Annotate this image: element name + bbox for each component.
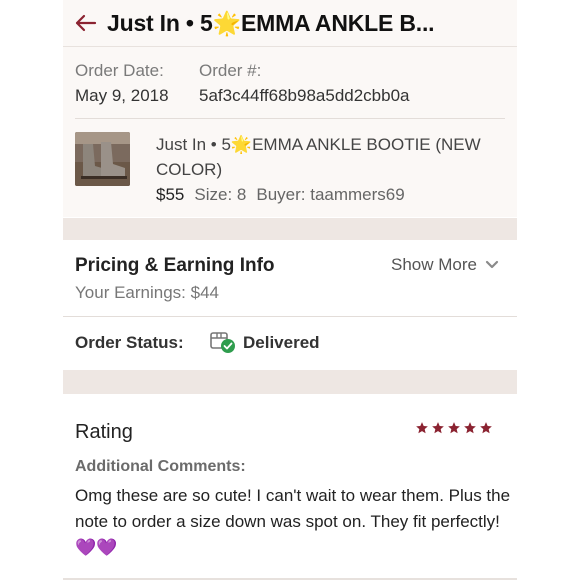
rating-heading: Rating	[75, 421, 133, 443]
section-spacer	[63, 370, 517, 394]
chevron-down-icon	[485, 260, 499, 269]
star-icon	[448, 422, 460, 434]
item-title[interactable]: Just In • 5🌟EMMA ANKLE BOOTIE (NEW COLOR…	[156, 132, 501, 182]
header-bar: Just In • 5🌟EMMA ANKLE B...	[63, 0, 517, 47]
boot-photo-image	[75, 132, 130, 186]
back-button[interactable]	[63, 13, 107, 33]
page-title: Just In • 5🌟EMMA ANKLE B...	[107, 9, 435, 36]
star-icon	[464, 422, 476, 434]
divider	[75, 118, 505, 119]
order-date-value: May 9, 2018	[75, 86, 169, 105]
item-info: Just In • 5🌟EMMA ANKLE BOOTIE (NEW COLOR…	[156, 132, 501, 207]
order-status-value: Delivered	[243, 333, 320, 352]
back-arrow-icon	[75, 14, 97, 32]
item-price: $55	[156, 185, 185, 204]
earnings-text: Your Earnings: $44	[75, 283, 219, 302]
comments-label: Additional Comments:	[75, 458, 246, 475]
pricing-heading: Pricing & Earning Info	[75, 255, 275, 276]
order-status-label: Order Status:	[75, 333, 184, 352]
comment-text: Omg these are so cute! I can't wait to w…	[75, 486, 511, 557]
star-rating	[415, 421, 493, 435]
order-number-value: 5af3c44ff68b98a5dd2cbb0a	[199, 86, 410, 105]
star-icon	[416, 422, 428, 434]
star-icon	[480, 422, 492, 434]
package-delivered-icon	[209, 329, 237, 360]
show-more-button[interactable]: Show More	[391, 255, 499, 275]
order-details-page: Just In • 5🌟EMMA ANKLE B... Order Date: …	[0, 0, 580, 580]
content-column: Just In • 5🌟EMMA ANKLE B... Order Date: …	[63, 0, 517, 580]
star-icon	[432, 422, 444, 434]
item-thumbnail[interactable]	[75, 132, 130, 186]
show-more-label: Show More	[391, 255, 477, 274]
order-date-label: Order Date:	[75, 61, 164, 80]
divider	[63, 316, 517, 317]
order-number-label: Order #:	[199, 61, 262, 80]
section-spacer	[63, 218, 517, 240]
item-buyer[interactable]: Buyer: taammers69	[256, 182, 404, 207]
item-size: Size: 8	[194, 185, 247, 204]
